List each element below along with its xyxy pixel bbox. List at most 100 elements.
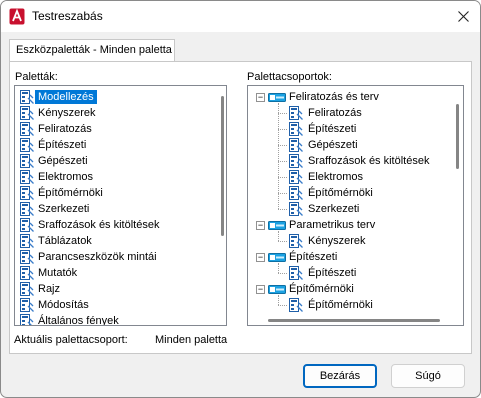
palette-list-item[interactable]: Építészeti xyxy=(19,137,89,153)
tree-child-node[interactable]: Feliratozás xyxy=(288,105,362,121)
groups-horizontal-scrollbar[interactable] xyxy=(268,319,440,322)
palette-icon xyxy=(289,298,303,312)
title-bar: Testreszabás xyxy=(1,1,480,32)
palette-icon xyxy=(289,170,303,184)
tree-child-node[interactable]: Elektromos xyxy=(288,169,363,185)
tree-child-node[interactable]: Sraffozások és kitöltések xyxy=(288,153,429,169)
tree-group-label: Építőmérnöki xyxy=(289,283,354,295)
tree-connector xyxy=(278,103,279,209)
close-icon xyxy=(457,11,469,22)
collapse-toggle-icon[interactable]: − xyxy=(256,252,265,262)
tree-group-node[interactable]: − Építőmérnöki xyxy=(256,281,354,297)
palette-icon xyxy=(20,266,34,280)
tree-connector xyxy=(278,129,287,130)
close-button[interactable]: Bezárás xyxy=(303,364,377,388)
palette-list-item[interactable]: Elektromos xyxy=(19,169,96,185)
palette-icon xyxy=(289,202,303,216)
groups-vertical-scrollbar[interactable] xyxy=(456,104,459,169)
palette-list-item[interactable]: Módosítás xyxy=(19,297,92,313)
collapse-toggle-icon[interactable]: − xyxy=(256,92,265,102)
palettes-listbox[interactable]: Modellezés Kényszerek Feliratozás Építészet… xyxy=(14,85,227,326)
tree-connector xyxy=(278,263,279,273)
palette-list-item[interactable]: Feliratozás xyxy=(19,121,95,137)
palette-list-item[interactable]: Sraffozások és kitöltések xyxy=(19,217,162,233)
palette-list-item[interactable]: Szerkezeti xyxy=(19,201,92,217)
collapse-toggle-icon[interactable]: − xyxy=(256,220,265,230)
palette-icon xyxy=(20,122,34,136)
tree-child-label: Szerkezeti xyxy=(308,203,360,215)
app-icon xyxy=(9,8,25,25)
palette-icon xyxy=(289,122,303,136)
tab-tool-palettes[interactable]: Eszközpaletták - Minden paletta xyxy=(9,39,175,62)
palette-icon xyxy=(20,202,34,216)
palette-list-item-label: Építészeti xyxy=(38,139,87,151)
palette-list-item-label: Rajz xyxy=(38,283,61,295)
tree-child-node[interactable]: Építőmérnöki xyxy=(288,297,373,313)
palettes-scrollbar[interactable] xyxy=(221,96,224,236)
palette-group-icon xyxy=(268,285,286,294)
palette-icon xyxy=(289,266,303,280)
palette-list-item-label: Módosítás xyxy=(38,299,89,311)
tree-group-label: Feliratozás és terv xyxy=(289,91,379,103)
help-button-label: Súgó xyxy=(415,370,441,382)
tree-child-node[interactable]: Szerkezeti xyxy=(288,201,359,217)
tree-child-label: Építőmérnöki xyxy=(308,187,373,199)
palette-icon xyxy=(20,154,34,168)
current-group-value-text: Minden paletta xyxy=(155,334,228,346)
palette-icon xyxy=(20,250,34,264)
palette-list-item[interactable]: Táblázatok xyxy=(19,233,95,249)
palette-list-item[interactable]: Parancseszközök mintái xyxy=(19,249,160,265)
tree-child-label: Kényszerek xyxy=(308,235,366,247)
tree-group-node[interactable]: − Feliratozás és terv xyxy=(256,89,379,105)
palette-icon xyxy=(20,298,34,312)
palette-list-item-label: Táblázatok xyxy=(38,235,92,247)
tree-connector xyxy=(278,161,287,162)
palette-icon xyxy=(20,282,34,296)
help-button[interactable]: Súgó xyxy=(391,364,465,388)
tree-child-node[interactable]: Építőmérnöki xyxy=(288,185,373,201)
tree-connector xyxy=(278,193,287,194)
tree-connector xyxy=(278,113,287,114)
groups-label-text: Palettacsoportok: xyxy=(247,71,332,83)
palette-list-item-label: Parancseszközök mintái xyxy=(38,251,157,263)
palette-list-item-label: Modellezés xyxy=(35,90,97,104)
tree-child-node[interactable]: Gépészeti xyxy=(288,137,358,153)
tree-child-label: Feliratozás xyxy=(308,107,362,119)
tree-connector xyxy=(278,145,287,146)
palette-list-item[interactable]: Gépészeti xyxy=(19,153,91,169)
tree-connector xyxy=(278,177,287,178)
tree-child-label: Sraffozások és kitöltések xyxy=(308,155,430,167)
palettes-label: Paletták: xyxy=(15,71,58,83)
palettes-label-text: Paletták: xyxy=(15,71,58,83)
palette-list-item-label: Kényszerek xyxy=(38,107,96,119)
palette-group-icon xyxy=(268,93,286,102)
tree-group-label: Építészeti xyxy=(289,251,338,263)
palette-list-item[interactable]: Kényszerek xyxy=(19,105,98,121)
palette-list-item-label: Mutatók xyxy=(38,267,78,279)
tree-child-label: Építőmérnöki xyxy=(308,299,373,311)
palette-icon xyxy=(289,154,303,168)
tree-child-node[interactable]: Építészeti xyxy=(288,121,356,137)
tree-group-node[interactable]: − Parametrikus terv xyxy=(256,217,375,233)
tree-connector xyxy=(278,273,287,274)
palette-icon xyxy=(20,138,34,152)
palette-list-item[interactable]: Mutatók xyxy=(19,265,80,281)
tree-group-node[interactable]: − Építészeti xyxy=(256,249,337,265)
palette-icon xyxy=(20,234,34,248)
palette-list-item[interactable]: Építőmérnöki xyxy=(19,185,106,201)
current-group-label-text: Aktuális palettacsoport: xyxy=(14,334,128,346)
tree-child-label: Gépészeti xyxy=(308,139,358,151)
tree-child-node[interactable]: Építészeti xyxy=(288,265,356,281)
palette-list-item-label: Szerkezeti xyxy=(38,203,90,215)
palette-icon xyxy=(289,106,303,120)
palette-list-item[interactable]: Általános fények xyxy=(19,313,122,325)
palette-list-item[interactable]: Rajz xyxy=(19,281,63,297)
close-window-button[interactable] xyxy=(447,3,479,30)
palette-groups-tree[interactable]: − Feliratozás és terv Feliratozás Építészet… xyxy=(247,85,464,326)
collapse-toggle-icon[interactable]: − xyxy=(256,284,265,294)
groups-label: Palettacsoportok: xyxy=(247,71,332,83)
tree-connector xyxy=(278,295,279,305)
palette-list-item[interactable]: Modellezés xyxy=(19,89,97,105)
tree-child-node[interactable]: Kényszerek xyxy=(288,233,365,249)
tree-child-label: Elektromos xyxy=(308,171,364,183)
